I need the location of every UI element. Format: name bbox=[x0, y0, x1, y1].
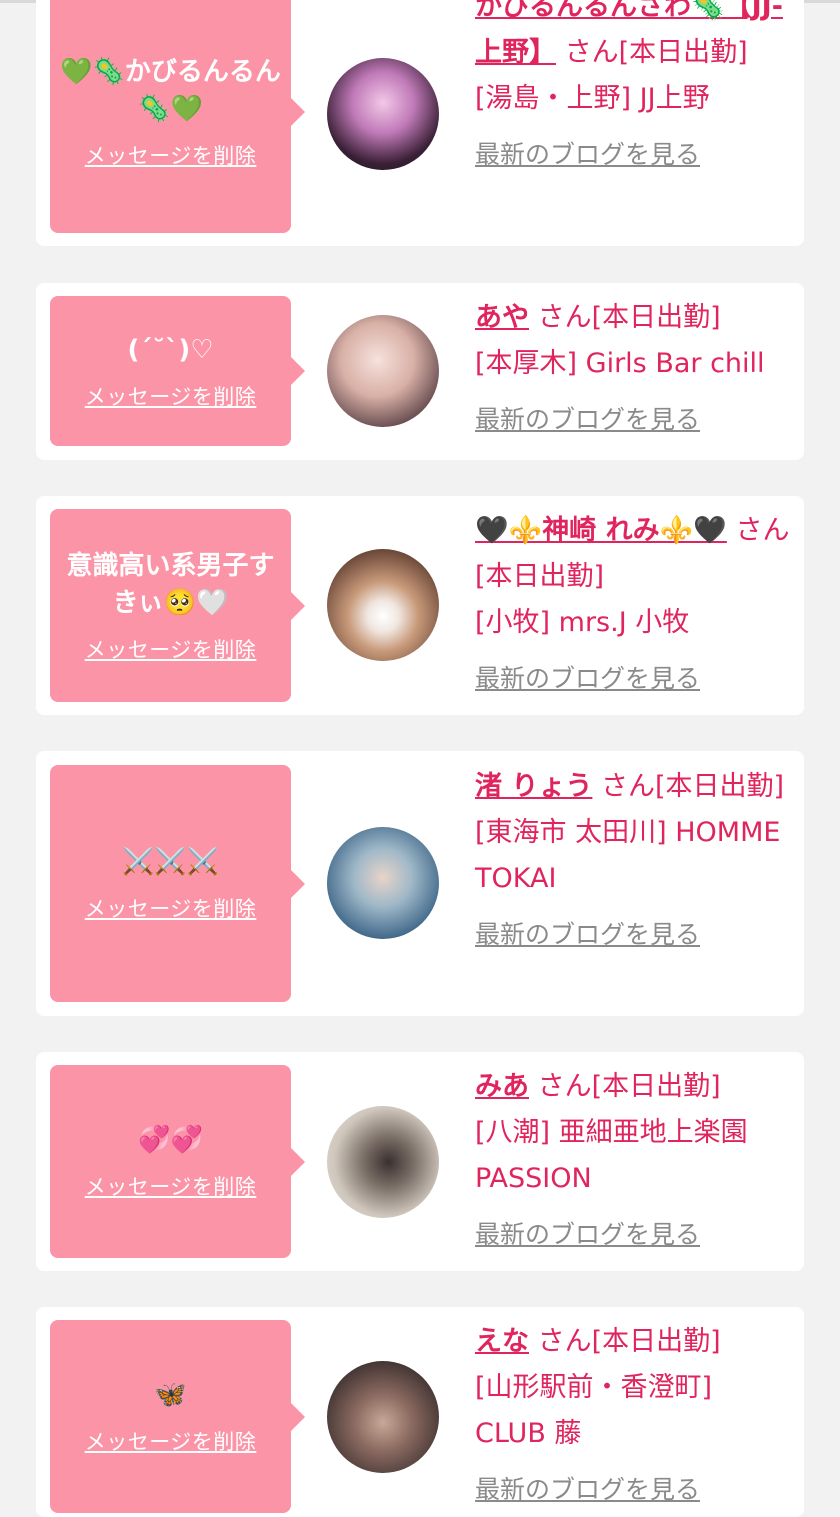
latest-blog-link[interactable]: 最新のブログを見る bbox=[475, 132, 790, 178]
message-text: 🦋 bbox=[154, 1380, 187, 1410]
cast-info: かびるんるんさわ🦠【JJ-上野】 さん[本日出勤] [湯島・上野] JJ上野 最… bbox=[475, 0, 790, 178]
avatar[interactable] bbox=[327, 315, 439, 427]
attendance-status: さん[本日出勤] bbox=[537, 1071, 721, 1102]
message-card: 💞💞 メッセージを削除 みあ さん[本日出勤] [八潮] 亜細亜地上楽園 PAS… bbox=[36, 1052, 804, 1271]
latest-blog-link[interactable]: 最新のブログを見る bbox=[475, 1467, 790, 1513]
message-bubble: 意識高い系男子すきぃ🥺🤍 メッセージを削除 bbox=[50, 509, 305, 702]
avatar[interactable] bbox=[327, 58, 439, 170]
attendance-status: さん[本日出勤] bbox=[537, 1326, 721, 1357]
message-text: 💞💞 bbox=[138, 1125, 203, 1155]
shop-info: [小牧] mrs.J 小牧 bbox=[475, 607, 690, 638]
cast-name-link[interactable]: えな bbox=[475, 1326, 529, 1357]
delete-message-link[interactable]: メッセージを削除 bbox=[85, 634, 257, 664]
cast-name-link[interactable]: あや bbox=[475, 302, 529, 333]
message-card: ⚔️⚔️⚔️ メッセージを削除 渚 りょう さん[本日出勤] [東海市 太田川]… bbox=[36, 751, 804, 1016]
shop-info: [本厚木] Girls Bar chill bbox=[475, 348, 765, 379]
cast-name-link[interactable]: 渚 りょう bbox=[475, 771, 592, 802]
message-bubble: ⚔️⚔️⚔️ メッセージを削除 bbox=[50, 765, 305, 1002]
cast-name-link[interactable]: みあ bbox=[475, 1071, 529, 1102]
delete-message-link[interactable]: メッセージを削除 bbox=[85, 893, 257, 923]
latest-blog-link[interactable]: 最新のブログを見る bbox=[475, 1212, 790, 1258]
cast-name-link[interactable]: 🖤⚜️神崎 れみ⚜️🖤 bbox=[475, 515, 727, 546]
cast-info: えな さん[本日出勤] [山形駅前・香澄町] CLUB 藤 最新のブログを見る bbox=[475, 1319, 790, 1513]
delete-message-link[interactable]: メッセージを削除 bbox=[85, 381, 257, 411]
avatar[interactable] bbox=[327, 827, 439, 939]
message-bubble: 🦋 メッセージを削除 bbox=[50, 1320, 305, 1513]
avatar[interactable] bbox=[327, 1361, 439, 1473]
attendance-status: さん[本日出勤] bbox=[564, 37, 748, 68]
message-text: ⚔️⚔️⚔️ bbox=[121, 847, 220, 877]
message-card: 🦋 メッセージを削除 えな さん[本日出勤] [山形駅前・香澄町] CLUB 藤… bbox=[36, 1307, 804, 1517]
message-card: 意識高い系男子すきぃ🥺🤍 メッセージを削除 🖤⚜️神崎 れみ⚜️🖤 さん[本日出… bbox=[36, 496, 804, 715]
shop-info: [山形駅前・香澄町] CLUB 藤 bbox=[475, 1372, 713, 1449]
message-text: 意識高い系男子すきぃ🥺🤍 bbox=[66, 550, 275, 618]
avatar[interactable] bbox=[327, 549, 439, 661]
cast-info: 🖤⚜️神崎 れみ⚜️🖤 さん[本日出勤] [小牧] mrs.J 小牧 最新のブロ… bbox=[475, 508, 790, 702]
cast-info: あや さん[本日出勤] [本厚木] Girls Bar chill 最新のブログ… bbox=[475, 295, 790, 443]
avatar[interactable] bbox=[327, 1106, 439, 1218]
delete-message-link[interactable]: メッセージを削除 bbox=[85, 140, 257, 170]
message-bubble: 💚🦠かびるんるん🦠💚 メッセージを削除 bbox=[50, 0, 305, 233]
message-bubble: (ˊ˘ˋ)♡ メッセージを削除 bbox=[50, 296, 305, 446]
message-card: 💚🦠かびるんるん🦠💚 メッセージを削除 かびるんるんさわ🦠【JJ-上野】 さん[… bbox=[36, 0, 804, 246]
message-card: (ˊ˘ˋ)♡ メッセージを削除 あや さん[本日出勤] [本厚木] Girls … bbox=[36, 283, 804, 460]
latest-blog-link[interactable]: 最新のブログを見る bbox=[475, 656, 790, 702]
latest-blog-link[interactable]: 最新のブログを見る bbox=[475, 397, 790, 443]
delete-message-link[interactable]: メッセージを削除 bbox=[85, 1426, 257, 1456]
attendance-status: さん[本日出勤] bbox=[601, 771, 785, 802]
cast-info: 渚 りょう さん[本日出勤] [東海市 太田川] HOMME TOKAI 最新の… bbox=[475, 764, 790, 958]
message-text: 💚🦠かびるんるん🦠💚 bbox=[60, 56, 281, 124]
message-text: (ˊ˘ˋ)♡ bbox=[127, 334, 214, 365]
latest-blog-link[interactable]: 最新のブログを見る bbox=[475, 912, 790, 958]
shop-info: [東海市 太田川] HOMME TOKAI bbox=[475, 817, 781, 894]
cast-info: みあ さん[本日出勤] [八潮] 亜細亜地上楽園 PASSION 最新のブログを… bbox=[475, 1064, 790, 1258]
attendance-status: さん[本日出勤] bbox=[537, 302, 721, 333]
delete-message-link[interactable]: メッセージを削除 bbox=[85, 1171, 257, 1201]
shop-info: [八潮] 亜細亜地上楽園 PASSION bbox=[475, 1117, 748, 1194]
message-bubble: 💞💞 メッセージを削除 bbox=[50, 1065, 305, 1258]
shop-info: [湯島・上野] JJ上野 bbox=[475, 83, 710, 114]
